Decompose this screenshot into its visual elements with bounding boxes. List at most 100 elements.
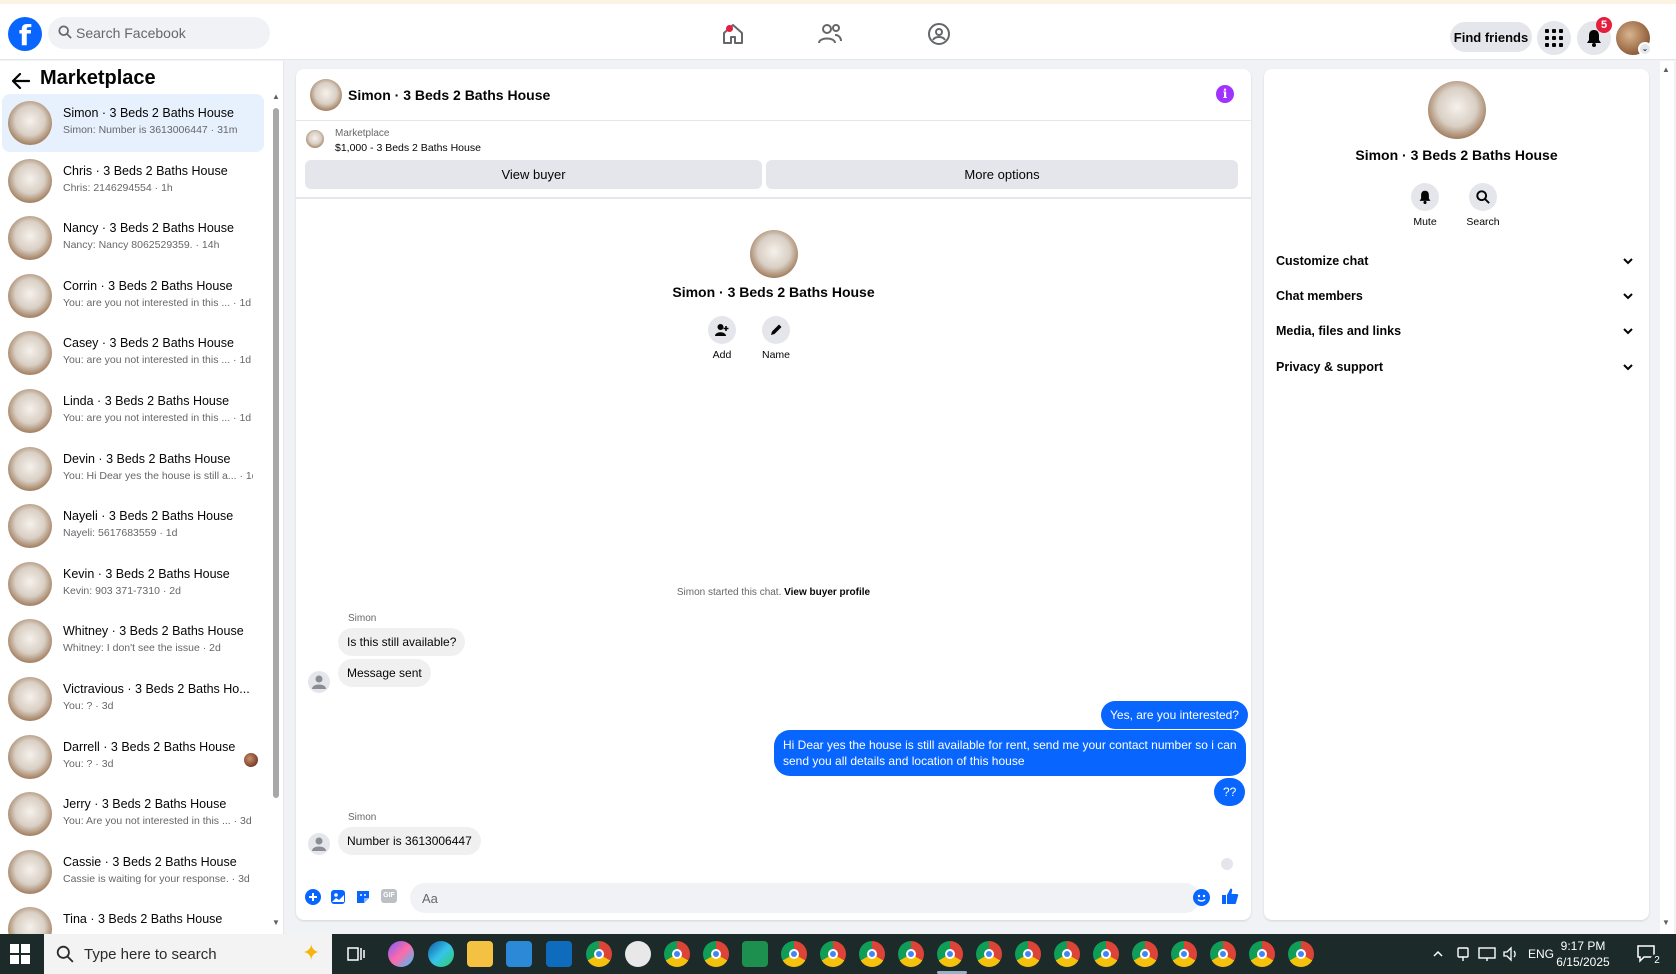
home-icon[interactable] [721, 22, 745, 46]
taskbar-clock[interactable]: 9:17 PM 6/15/2025 [1543, 938, 1623, 970]
mute-button[interactable] [1411, 183, 1439, 211]
search-action[interactable]: Search [1458, 183, 1508, 228]
conversation-item[interactable]: Simon · 3 Beds 2 Baths House Simon: Numbe… [2, 94, 264, 152]
chrome-icon[interactable] [898, 941, 924, 967]
page-scrollbar[interactable]: ▲ ▼ [1660, 61, 1674, 934]
incoming-message[interactable]: Number is 3613006447 [338, 827, 481, 855]
scroll-down-arrow[interactable]: ▼ [1662, 918, 1670, 927]
view-buyer-button[interactable]: View buyer [305, 160, 762, 189]
outlook-icon[interactable] [546, 941, 572, 967]
menu-button[interactable] [1537, 21, 1571, 55]
chrome-icon[interactable] [1249, 941, 1275, 967]
conversation-item[interactable]: Jerry · 3 Beds 2 Baths House You: Are you… [2, 785, 264, 843]
edit-name-button[interactable] [762, 316, 790, 344]
scroll-down-arrow[interactable]: ▼ [271, 918, 281, 927]
friends-icon[interactable] [817, 22, 843, 46]
incoming-message[interactable]: Message sent [338, 659, 431, 687]
info-avatar[interactable] [1428, 81, 1486, 139]
chrome-icon[interactable] [586, 941, 612, 967]
chat-header-avatar[interactable] [310, 79, 342, 111]
conversation-item[interactable]: Nancy · 3 Beds 2 Baths House Nancy: Nancy… [2, 209, 264, 267]
edit-name-action[interactable]: Name [752, 316, 800, 361]
chrome-icon[interactable] [820, 941, 846, 967]
chrome-icon[interactable] [1171, 941, 1197, 967]
chevron-up-icon[interactable] [1432, 948, 1444, 960]
listing-thumbnail[interactable] [306, 130, 324, 148]
find-friends-button[interactable]: Find friends [1450, 22, 1532, 52]
scroll-up-arrow[interactable]: ▲ [271, 92, 281, 101]
chrome-icon[interactable] [937, 941, 963, 967]
scroll-up-arrow[interactable]: ▲ [1662, 65, 1670, 74]
add-person-button[interactable] [708, 316, 736, 344]
conversation-item[interactable]: Chris · 3 Beds 2 Baths House Chris: 21462… [2, 152, 264, 210]
privacy-support-section[interactable]: Privacy & support [1276, 354, 1638, 382]
chrome-icon[interactable] [1288, 941, 1314, 967]
outgoing-message[interactable]: Hi Dear yes the house is still available… [774, 730, 1246, 776]
conversation-item[interactable]: Devin · 3 Beds 2 Baths House You: Hi Dear… [2, 440, 264, 498]
mute-action[interactable]: Mute [1400, 183, 1450, 228]
message-input[interactable] [410, 883, 1200, 913]
gif-icon[interactable]: GIF [381, 889, 397, 903]
media-files-links-section[interactable]: Media, files and links [1276, 318, 1638, 346]
chrome-icon[interactable] [1132, 941, 1158, 967]
conversation-item[interactable]: Nayeli · 3 Beds 2 Baths House Nayeli: 561… [2, 497, 264, 555]
listing-price[interactable]: $1,000 - 3 Beds 2 Baths House [335, 142, 481, 154]
facebook-search[interactable] [48, 17, 270, 49]
view-buyer-profile-link[interactable]: View buyer profile [784, 587, 870, 598]
conversation-item[interactable]: Casey · 3 Beds 2 Baths House You: are you… [2, 324, 264, 382]
add-people-action[interactable]: Add [698, 316, 746, 361]
emoji-icon[interactable] [1193, 889, 1210, 906]
conversation-item[interactable]: Linda · 3 Beds 2 Baths House You: are you… [2, 382, 264, 440]
paint-icon[interactable] [625, 941, 651, 967]
file-explorer-icon[interactable] [467, 941, 493, 967]
photo-icon[interactable] [330, 889, 346, 905]
chrome-icon[interactable] [976, 941, 1002, 967]
edge-icon[interactable] [428, 941, 454, 967]
microsoft-store-icon[interactable] [506, 941, 532, 967]
taskbar-search-input[interactable] [84, 934, 284, 974]
chat-members-section[interactable]: Chat members [1276, 283, 1638, 311]
outgoing-message[interactable]: Yes, are you interested? [1101, 701, 1248, 729]
chrome-icon[interactable] [781, 941, 807, 967]
search-in-chat-button[interactable] [1469, 183, 1497, 211]
network-icon[interactable] [1478, 946, 1496, 962]
back-arrow-icon[interactable] [12, 73, 30, 89]
chrome-icon[interactable] [1054, 941, 1080, 967]
chrome-icon[interactable] [1210, 941, 1236, 967]
meet-icon[interactable] [1456, 946, 1470, 962]
chat-header-title[interactable]: Simon · 3 Beds 2 Baths House [348, 87, 550, 103]
chevron-down-icon[interactable]: ⌄ [1638, 42, 1652, 56]
chrome-icon[interactable] [703, 941, 729, 967]
chrome-icon[interactable] [1093, 941, 1119, 967]
chrome-icon[interactable] [664, 941, 690, 967]
spreadsheet-icon[interactable] [742, 941, 768, 967]
windows-start-icon[interactable] [10, 944, 30, 964]
groups-icon[interactable] [927, 22, 951, 46]
taskbar-search[interactable]: ✦ [44, 934, 332, 974]
info-icon[interactable]: i [1216, 85, 1234, 103]
thumbs-up-icon[interactable] [1221, 887, 1239, 905]
conversation-item[interactable]: Cassie · 3 Beds 2 Baths House Cassie is w… [2, 843, 264, 901]
chrome-icon[interactable] [859, 941, 885, 967]
customize-chat-section[interactable]: Customize chat [1276, 248, 1638, 276]
more-options-button[interactable]: More options [766, 160, 1238, 189]
conversation-item[interactable]: Victravious · 3 Beds 2 Baths Ho... You: ?… [2, 670, 264, 728]
sender-avatar[interactable] [308, 833, 330, 855]
conversation-item[interactable]: Whitney · 3 Beds 2 Baths House Whitney: I… [2, 612, 264, 670]
conversation-item[interactable]: Darrell · 3 Beds 2 Baths House You: ? · 3… [2, 728, 264, 786]
sticker-icon[interactable] [355, 889, 371, 905]
chrome-icon[interactable] [1015, 941, 1041, 967]
incoming-message[interactable]: Is this still available? [338, 628, 466, 656]
task-view-icon[interactable] [347, 945, 365, 963]
facebook-logo[interactable]: f [8, 17, 42, 51]
plus-circle-icon[interactable] [305, 889, 321, 905]
outgoing-message[interactable]: ?? [1214, 778, 1246, 806]
conversation-item[interactable]: Corrin · 3 Beds 2 Baths House You: are yo… [2, 267, 264, 325]
sender-avatar[interactable] [308, 671, 330, 693]
conversation-item[interactable]: Tina · 3 Beds 2 Baths House [2, 900, 264, 934]
copilot-icon[interactable] [388, 941, 414, 967]
sidebar-scrollbar[interactable]: ▲ ▼ [271, 92, 281, 932]
facebook-search-input[interactable] [76, 17, 261, 49]
volume-icon[interactable] [1502, 946, 1520, 962]
conversation-item[interactable]: Kevin · 3 Beds 2 Baths House Kevin: 903 3… [2, 555, 264, 613]
